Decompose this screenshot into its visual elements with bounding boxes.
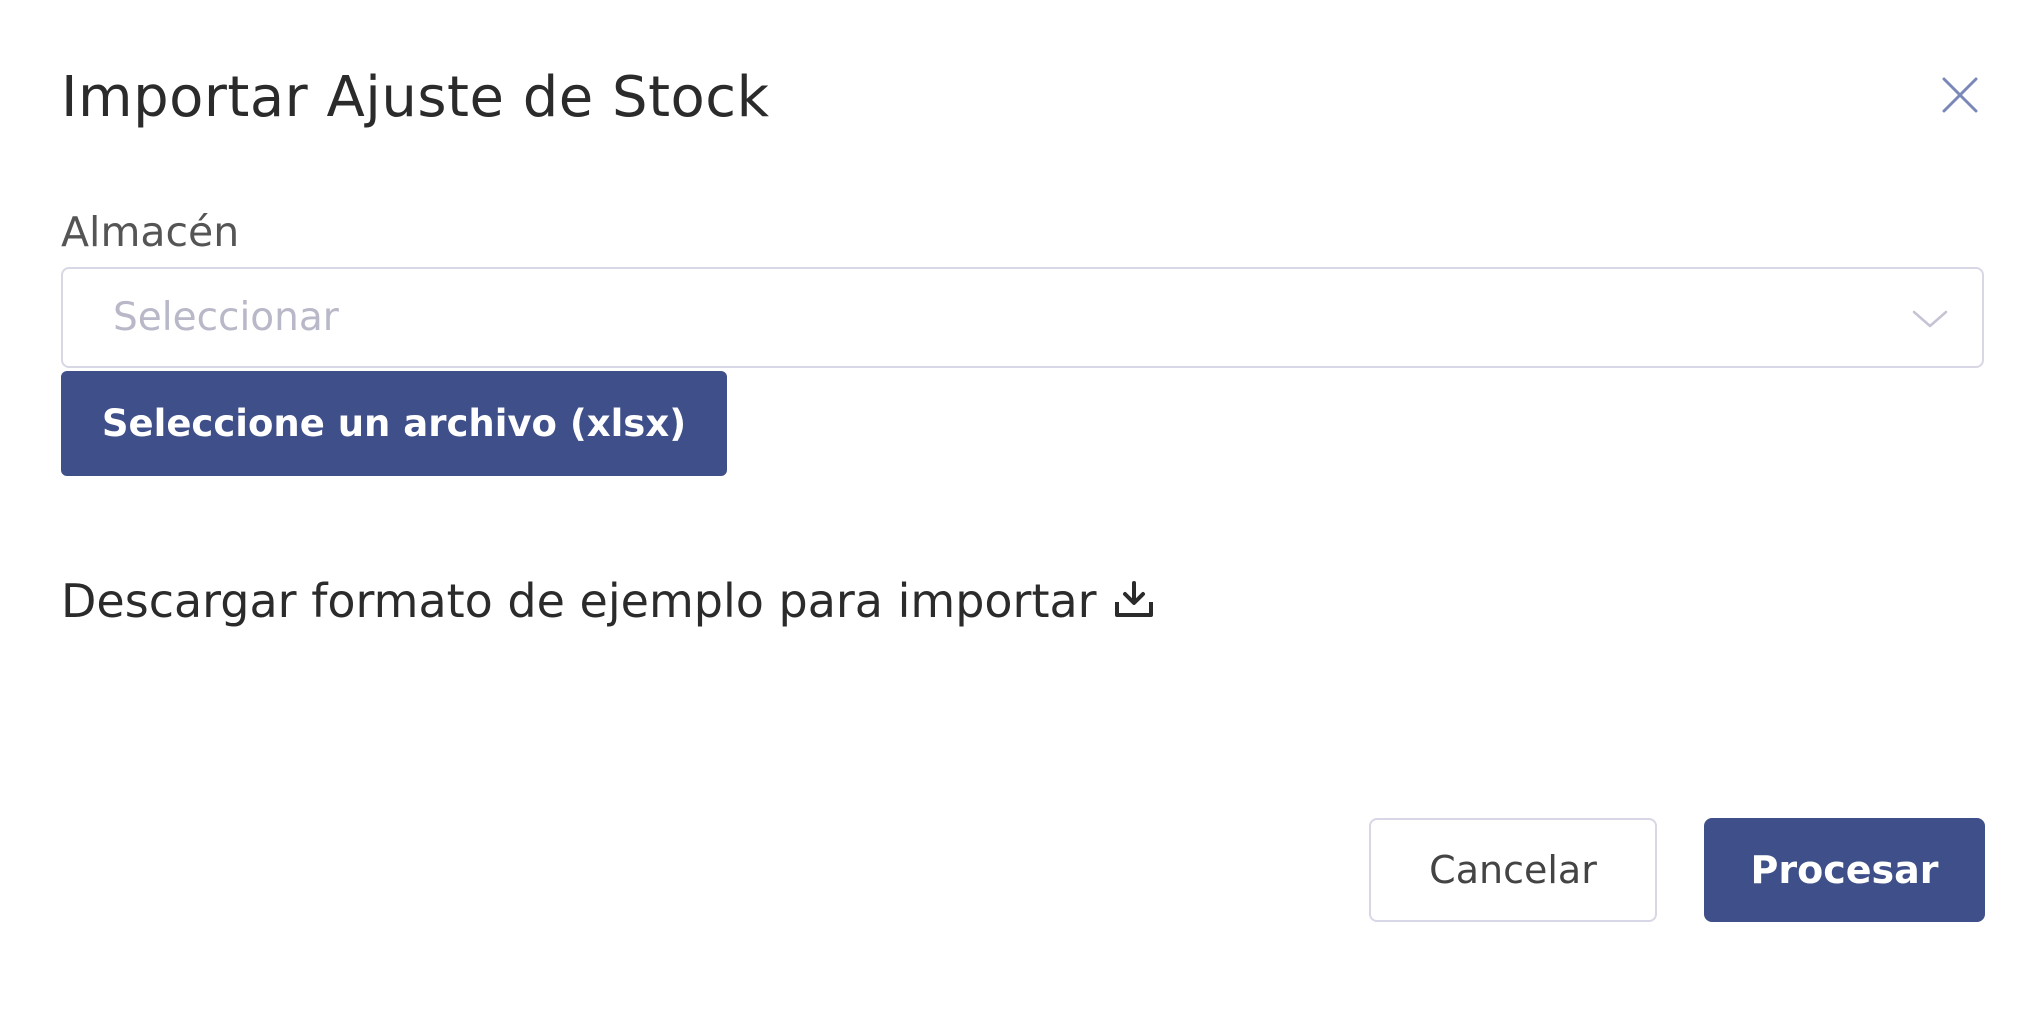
- close-button[interactable]: [1935, 70, 1985, 120]
- close-icon: [1942, 77, 1978, 113]
- import-stock-adjustment-modal: Importar Ajuste de Stock Almacén Selecci…: [0, 0, 2035, 1018]
- warehouse-select-placeholder: Seleccionar: [113, 295, 339, 340]
- cancel-button[interactable]: Cancelar: [1369, 818, 1657, 922]
- process-button[interactable]: Procesar: [1704, 818, 1985, 922]
- warehouse-label: Almacén: [61, 208, 240, 256]
- modal-title: Importar Ajuste de Stock: [61, 65, 770, 130]
- download-template-label: Descargar formato de ejemplo para import…: [61, 574, 1097, 628]
- select-file-button[interactable]: Seleccione un archivo (xlsx): [61, 371, 727, 476]
- download-icon: [1114, 581, 1153, 617]
- warehouse-select[interactable]: Seleccionar: [61, 267, 1984, 368]
- chevron-down-icon: [1912, 310, 1948, 328]
- download-template-link[interactable]: Descargar formato de ejemplo para import…: [61, 571, 1155, 631]
